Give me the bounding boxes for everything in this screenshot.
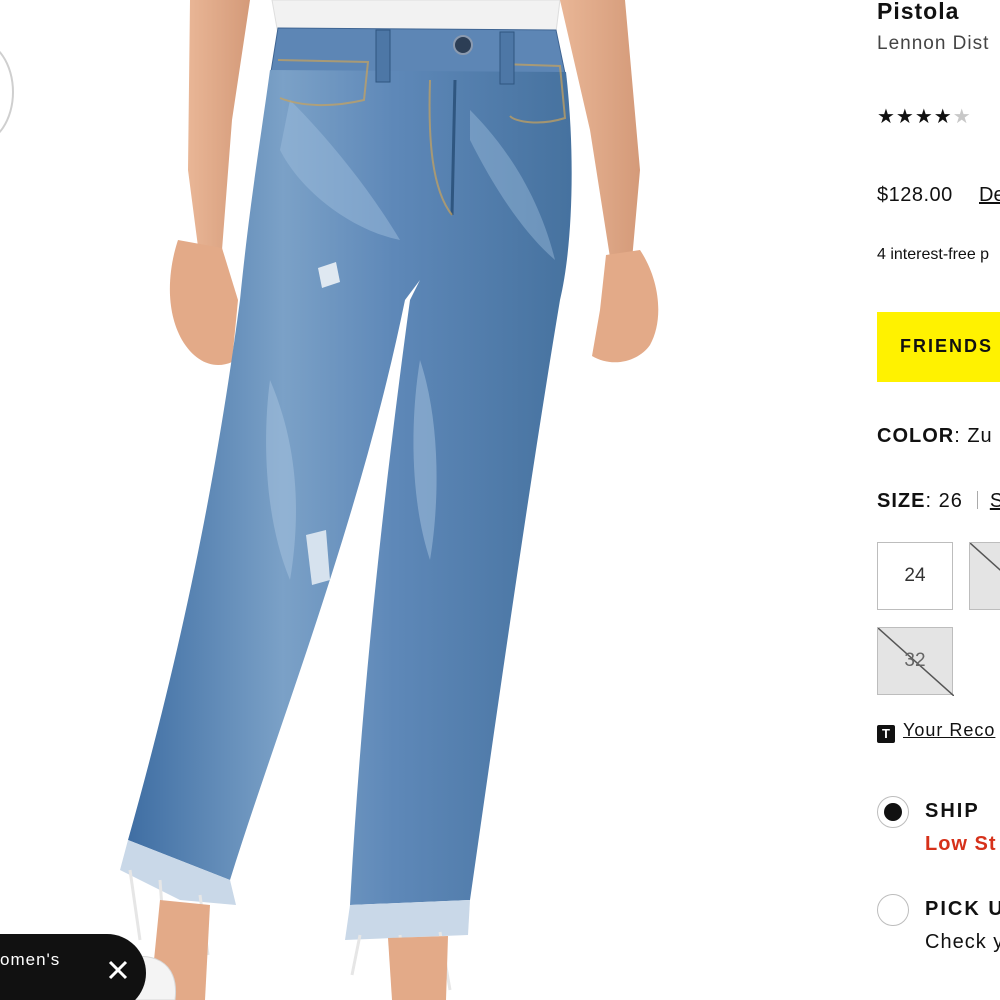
ship-option-title: SHIP <box>925 800 980 822</box>
divider <box>976 491 978 509</box>
size-selector: SIZE: 26 S <box>877 490 1000 513</box>
ship-stock-status: Low St <box>925 833 997 855</box>
price-details-link[interactable]: De <box>979 184 1000 207</box>
product-details: Pistola Lennon Dist ★★★★★ $128.00 De 4 i… <box>877 0 1000 1000</box>
jeans-photo <box>114 0 659 1000</box>
size-option-label: 32 <box>904 650 926 671</box>
price: $128.00 <box>877 184 953 206</box>
color-selector: COLOR: Zu <box>877 425 993 447</box>
size-recommendation[interactable]: T Your Reco <box>877 720 995 743</box>
product-image[interactable]: omen's <box>0 0 800 1000</box>
ship-radio[interactable] <box>877 796 909 828</box>
promo-label: FRIENDS <box>900 336 994 356</box>
promo-banner[interactable]: FRIENDS <box>877 312 1000 382</box>
size-label: SIZE <box>877 490 926 512</box>
category-chip-label: omen's <box>0 950 61 969</box>
empty-star-icon: ★ <box>952 106 972 128</box>
color-label: COLOR <box>877 425 955 447</box>
category-chip[interactable]: omen's <box>0 934 146 1000</box>
rating-stars[interactable]: ★★★★★ <box>877 104 972 129</box>
size-option-label: 24 <box>904 565 926 586</box>
installment-text: 4 interest-free p <box>877 246 990 263</box>
size-option-24[interactable]: 24 <box>877 542 953 610</box>
pickup-check-store-link[interactable]: Check y <box>925 931 1000 954</box>
filled-stars: ★★★★ <box>877 106 953 128</box>
pickup-radio[interactable] <box>877 894 909 926</box>
close-icon[interactable] <box>106 958 130 982</box>
size-option-32[interactable]: 32 <box>877 627 954 696</box>
color-value: Zu <box>967 425 993 447</box>
true-fit-icon: T <box>877 725 895 743</box>
radio-selected-dot <box>884 803 902 821</box>
brand-name[interactable]: Pistola <box>877 0 959 25</box>
product-name: Lennon Dist <box>877 33 990 54</box>
size-value: 26 <box>938 490 963 512</box>
recommendation-link[interactable]: Your Reco <box>903 720 995 740</box>
pickup-option-title: PICK U <box>925 898 1000 920</box>
size-guide-link[interactable]: S <box>990 490 1000 512</box>
size-option-unavailable[interactable]: 2 <box>969 542 1000 610</box>
unavailable-slash-icon <box>970 543 1000 571</box>
